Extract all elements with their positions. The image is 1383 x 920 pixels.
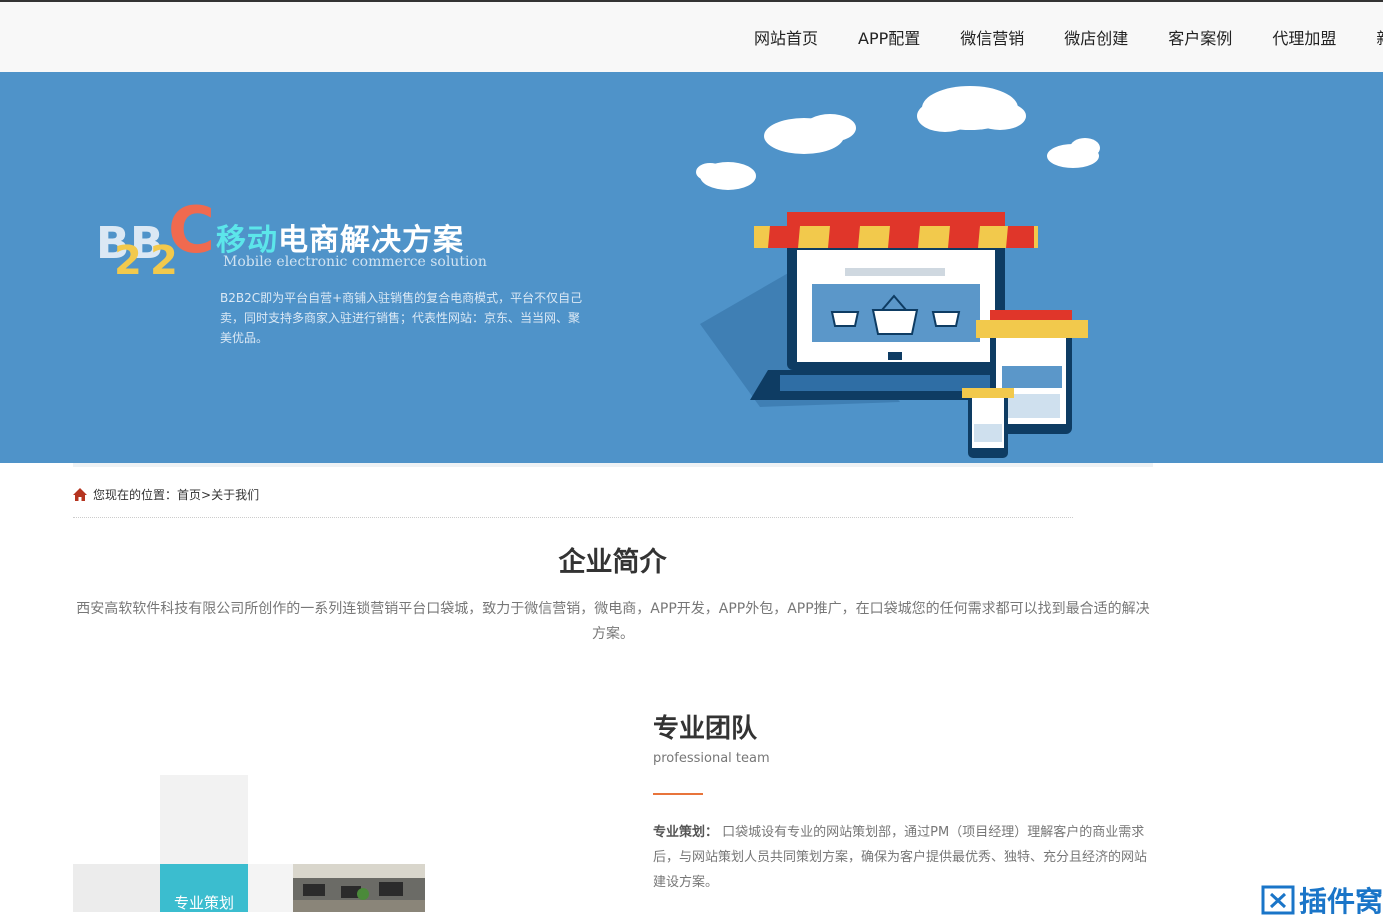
home-icon xyxy=(73,488,87,501)
nav-item-app-config[interactable]: APP配置 xyxy=(858,25,920,49)
team-accent-line xyxy=(653,793,703,795)
office-photo-image xyxy=(293,864,425,912)
nav-item-cases[interactable]: 客户案例 xyxy=(1168,25,1232,49)
team-photo xyxy=(293,864,425,912)
breadcrumb-divider xyxy=(73,517,1073,518)
decor-tile xyxy=(73,864,160,912)
header: 网站首页 APP配置 微信营销 微店创建 客户案例 代理加盟 新 xyxy=(0,2,1383,72)
team-subtitle: professional team xyxy=(653,751,770,766)
breadcrumb: 您现在的位置： 首页 > 关于我们 xyxy=(73,486,259,503)
ecommerce-illustration xyxy=(696,86,1100,458)
breadcrumb-home-link[interactable]: 首页 xyxy=(177,486,201,503)
nav-item-microstore[interactable]: 微店创建 xyxy=(1064,25,1128,49)
watermark-text: 插件窝 xyxy=(1298,885,1383,918)
breadcrumb-current: 关于我们 xyxy=(211,488,260,502)
team-item-label: 专业策划： xyxy=(653,825,719,840)
intro-text: 西安高软软件科技有限公司所创作的一系列连锁营销平台口袋城，致力于微信营销，微电商… xyxy=(76,601,1150,642)
nav-item-wechat-marketing[interactable]: 微信营销 xyxy=(960,25,1024,49)
hero-banner: B B 2 2 C 移动电商解决方案 Mobile electronic com… xyxy=(0,72,1383,463)
nav-item-home[interactable]: 网站首页 xyxy=(754,25,818,49)
main-nav: 网站首页 APP配置 微信营销 微店创建 客户案例 代理加盟 新 xyxy=(734,2,1383,72)
tile-label-planning[interactable]: 专业策划 xyxy=(160,864,248,912)
nav-item-news[interactable]: 新 xyxy=(1376,25,1383,49)
team-title: 专业团队 xyxy=(653,714,758,744)
watermark: 插件窝 xyxy=(1261,880,1383,920)
team-description: 专业策划： 口袋城设有专业的网站策划部，通过PM（项目经理）理解客户的商业需求后… xyxy=(653,820,1148,895)
divider-band xyxy=(73,463,1153,467)
cloud-icon xyxy=(696,86,1100,190)
decor-tile xyxy=(248,864,293,912)
watermark-logo-icon xyxy=(1261,885,1295,915)
team-item-text: 口袋城设有专业的网站策划部，通过PM（项目经理）理解客户的商业需求后，与网站策划… xyxy=(653,825,1148,890)
breadcrumb-label: 您现在的位置： xyxy=(93,488,178,502)
breadcrumb-separator: > xyxy=(201,487,212,502)
decor-tile xyxy=(160,775,248,864)
intro-title: 企业简介 xyxy=(558,547,667,578)
nav-item-agency[interactable]: 代理加盟 xyxy=(1272,25,1336,49)
